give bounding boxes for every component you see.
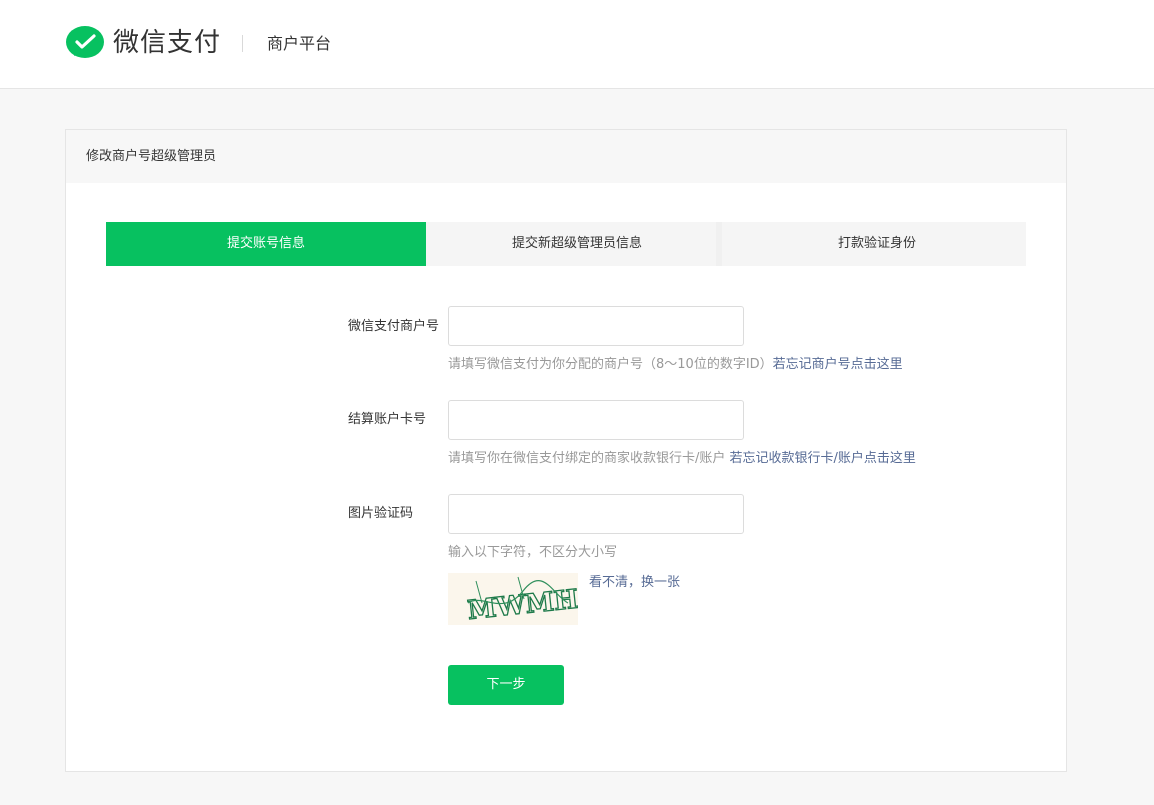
panel-header: 修改商户号超级管理员 (66, 130, 1066, 183)
forgot-merchant-id-link[interactable]: 若忘记商户号点击这里 (773, 357, 903, 372)
merchant-id-hint-text: 请填写微信支付为你分配的商户号（8～10位的数字ID） (448, 357, 773, 372)
step-label: 打款验证身份 (837, 236, 916, 251)
next-step-button[interactable]: 下一步 (448, 665, 564, 705)
logo-text: 微信支付 (113, 28, 222, 58)
captcha-image[interactable]: MWMH (448, 573, 578, 625)
captcha-hint: 输入以下字符，不区分大小写 (448, 545, 618, 560)
active-step-arrow (416, 222, 426, 266)
platform-name: 商户平台 (267, 34, 332, 53)
settlement-card-label: 结算账户卡号 (348, 412, 427, 427)
merchant-id-hint: 请填写微信支付为你分配的商户号（8～10位的数字ID）若忘记商户号点击这里 (448, 356, 903, 374)
progress-steps: 提交新超级管理员信息 打款验证身份 提交账号信息 (106, 222, 1026, 266)
step-account-info-active: 提交账号信息 (106, 222, 426, 266)
captcha-input[interactable] (448, 494, 744, 534)
settlement-card-hint-text: 请填写你在微信支付绑定的商家收款银行卡/账户 (448, 451, 726, 466)
wechat-pay-logo-icon (66, 26, 104, 58)
step-new-admin-info: 提交新超级管理员信息 (426, 222, 716, 266)
step-verify-identity: 打款验证身份 (722, 222, 1026, 266)
panel-title: 修改商户号超级管理员 (86, 149, 217, 164)
settlement-card-hint: 请填写你在微信支付绑定的商家收款银行卡/账户 若忘记收款银行卡/账户点击这里 (448, 450, 916, 468)
merchant-id-label: 微信支付商户号 (348, 319, 440, 334)
settlement-card-input[interactable] (448, 400, 744, 440)
header-divider (242, 35, 243, 52)
forgot-bank-card-link[interactable]: 若忘记收款银行卡/账户点击这里 (730, 451, 916, 466)
step-label: 提交新超级管理员信息 (511, 236, 642, 251)
main-panel: 修改商户号超级管理员 提交新超级管理员信息 打款验证身份 提交账号信息 微信支付… (65, 129, 1067, 772)
top-header: 微信支付 商户平台 (0, 0, 1154, 89)
captcha-label: 图片验证码 (348, 506, 414, 521)
merchant-id-input[interactable] (448, 306, 744, 346)
step-label: 提交账号信息 (226, 236, 305, 251)
refresh-captcha-link[interactable]: 看不清，换一张 (589, 574, 680, 592)
